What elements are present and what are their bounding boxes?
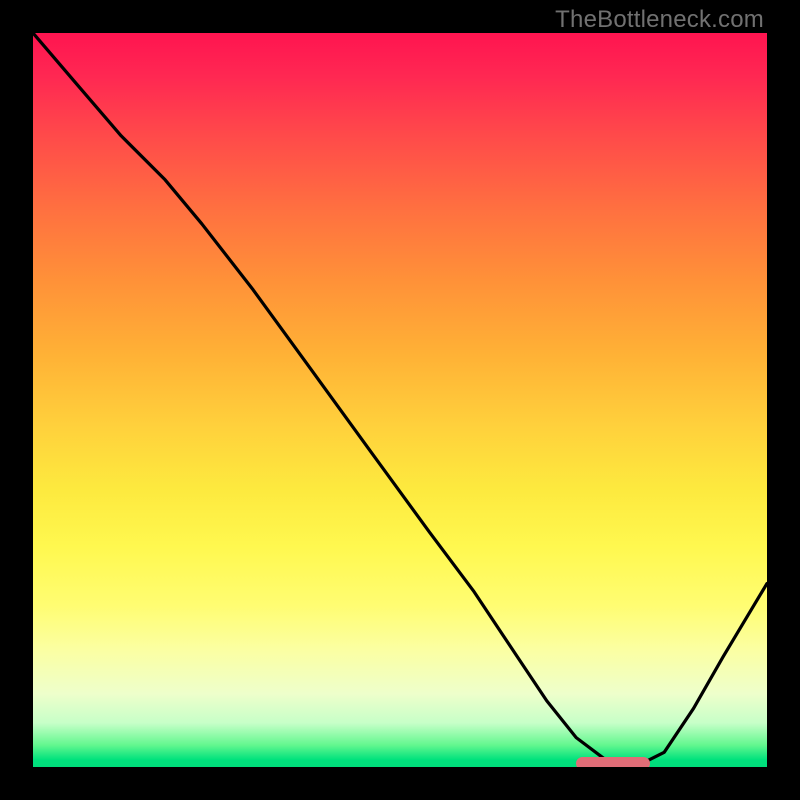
chart-frame: TheBottleneck.com [0,0,800,800]
watermark-text: TheBottleneck.com [555,6,764,34]
optimal-marker [576,757,649,767]
chart-curve [33,33,767,767]
curve-layer [33,33,767,767]
plot-area [33,33,767,767]
